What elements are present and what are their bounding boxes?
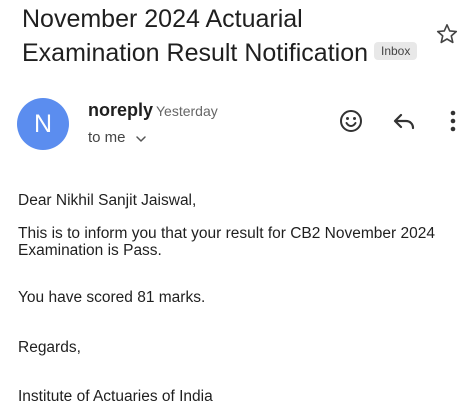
email-signature: Institute of Actuaries of India <box>18 388 213 405</box>
reply-icon[interactable] <box>391 109 417 135</box>
subject-line-1: November 2024 Actuarial <box>22 5 303 33</box>
star-icon[interactable] <box>435 22 459 46</box>
recipient-label[interactable]: to me <box>88 129 126 146</box>
sender-name[interactable]: noreply <box>88 100 153 121</box>
avatar[interactable]: N <box>17 98 69 150</box>
subject-line-2: Examination Result Notification Inbox <box>22 36 418 70</box>
received-time: Yesterday <box>156 103 218 119</box>
subject-line-2-text: Examination Result Notification <box>22 39 368 67</box>
chevron-down-icon[interactable] <box>134 132 148 146</box>
emoji-reaction-icon[interactable] <box>338 108 364 134</box>
email-closing: Regards, <box>18 339 81 356</box>
email-paragraph-2: You have scored 81 marks. <box>18 289 206 306</box>
email-greeting: Dear Nikhil Sanjit Jaiswal, <box>18 192 197 209</box>
more-vert-icon[interactable] <box>440 108 466 134</box>
inbox-label-chip[interactable]: Inbox <box>374 42 418 61</box>
email-paragraph-1-line-2: Examination is Pass. <box>18 242 162 259</box>
